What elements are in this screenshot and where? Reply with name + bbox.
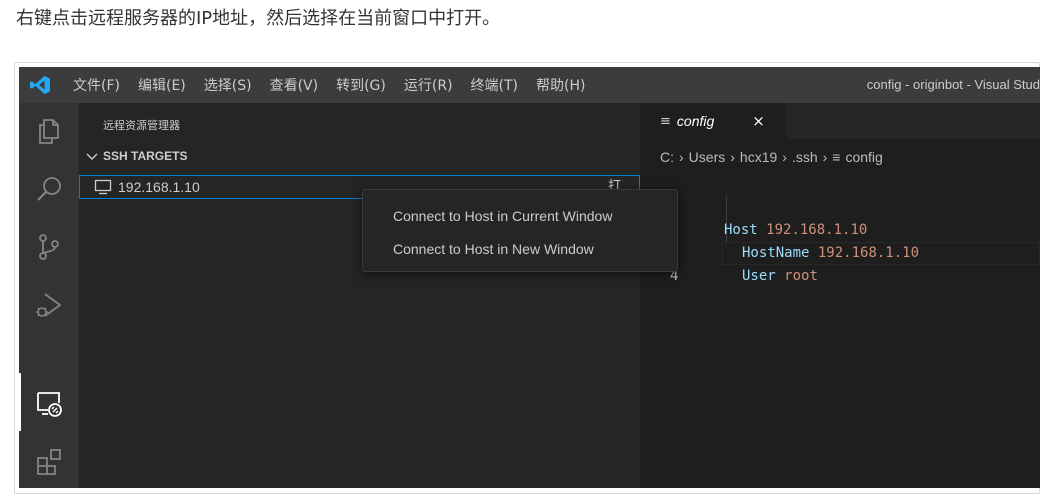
code-editor[interactable]: 1 Host 192.168.1.10 2 HostName 192.168.1… [640,173,1040,284]
breadcrumb-item[interactable]: C: [660,149,674,165]
config-value: root [784,268,818,284]
sidebar-title: 远程资源管理器 [103,119,180,132]
breadcrumb-item[interactable]: Users [689,149,726,165]
chevron-right-icon: › [679,149,684,165]
connect-current-window-item[interactable]: Connect to Host in Current Window [393,208,612,224]
menu-edit[interactable]: 编辑(E) [138,75,186,95]
line-content: User root [742,265,818,288]
context-menu: Connect to Host in Current Window Connec… [362,189,678,272]
tab-bar: ≡ config × [640,103,1040,139]
menu-go[interactable]: 转到(G) [336,75,386,95]
activity-bar [19,103,79,488]
code-line: 1 Host 192.168.1.10 [640,173,1040,238]
code-line: 4 [640,242,1040,284]
menu-terminal[interactable]: 终端(T) [471,75,518,95]
explorer-icon[interactable] [33,115,65,147]
sidebar: 远程资源管理器 SSH TARGETS 192.168.1.10 打 [79,103,640,488]
breadcrumb-item[interactable]: config [845,149,882,165]
breadcrumb-item[interactable]: .ssh [792,149,818,165]
tab-config[interactable]: ≡ config × [640,103,786,139]
breadcrumb: C: › Users › hcx19 › .ssh › ≡ config [660,149,883,165]
editor-area: ≡ config × C: › Users › hcx19 › .ssh › ≡… [640,103,1040,488]
menu-help[interactable]: 帮助(H) [536,75,585,95]
extensions-icon[interactable] [33,446,65,478]
menu-file[interactable]: 文件(F) [73,75,120,95]
window-title: config - originbot - Visual Stud [866,77,1040,92]
chevron-right-icon: › [782,149,787,165]
host-label: 192.168.1.10 [118,179,200,195]
chevron-right-icon: › [822,149,828,165]
vscode-logo-icon [30,75,50,95]
menu-view[interactable]: 查看(V) [270,75,319,95]
search-icon[interactable] [33,173,65,205]
chevron-down-icon [86,153,98,160]
code-line: 2 HostName 192.168.1.10 [640,196,1040,261]
breadcrumb-item[interactable]: hcx19 [740,149,777,165]
title-bar: 文件(F) 编辑(E) 选择(S) 查看(V) 转到(G) 运行(R) 终端(T… [19,67,1040,103]
monitor-icon [94,179,112,195]
chevron-right-icon: › [730,149,735,165]
connect-new-window-item[interactable]: Connect to Host in New Window [393,241,594,257]
remote-explorer-icon[interactable] [33,388,65,420]
tab-label: config [676,113,715,129]
file-lines-icon: ≡ [660,113,671,129]
vscode-window: 文件(F) 编辑(E) 选择(S) 查看(V) 转到(G) 运行(R) 终端(T… [19,67,1040,488]
config-key: User [742,268,776,284]
source-control-icon[interactable] [33,231,65,263]
menu-selection[interactable]: 选择(S) [204,75,252,95]
menu-run[interactable]: 运行(R) [404,75,453,95]
active-indicator [19,373,21,431]
ssh-targets-section[interactable]: SSH TARGETS [85,149,187,163]
code-line: 3 User root [640,219,1040,284]
menu-bar: 文件(F) 编辑(E) 选择(S) 查看(V) 转到(G) 运行(R) 终端(T… [73,67,603,103]
page-caption: 右键点击远程服务器的IP地址，然后选择在当前窗口中打开。 [16,8,501,29]
run-debug-icon[interactable] [33,289,65,321]
close-icon[interactable]: × [752,112,765,130]
section-label: SSH TARGETS [103,149,188,163]
file-lines-icon: ≡ [832,149,841,165]
